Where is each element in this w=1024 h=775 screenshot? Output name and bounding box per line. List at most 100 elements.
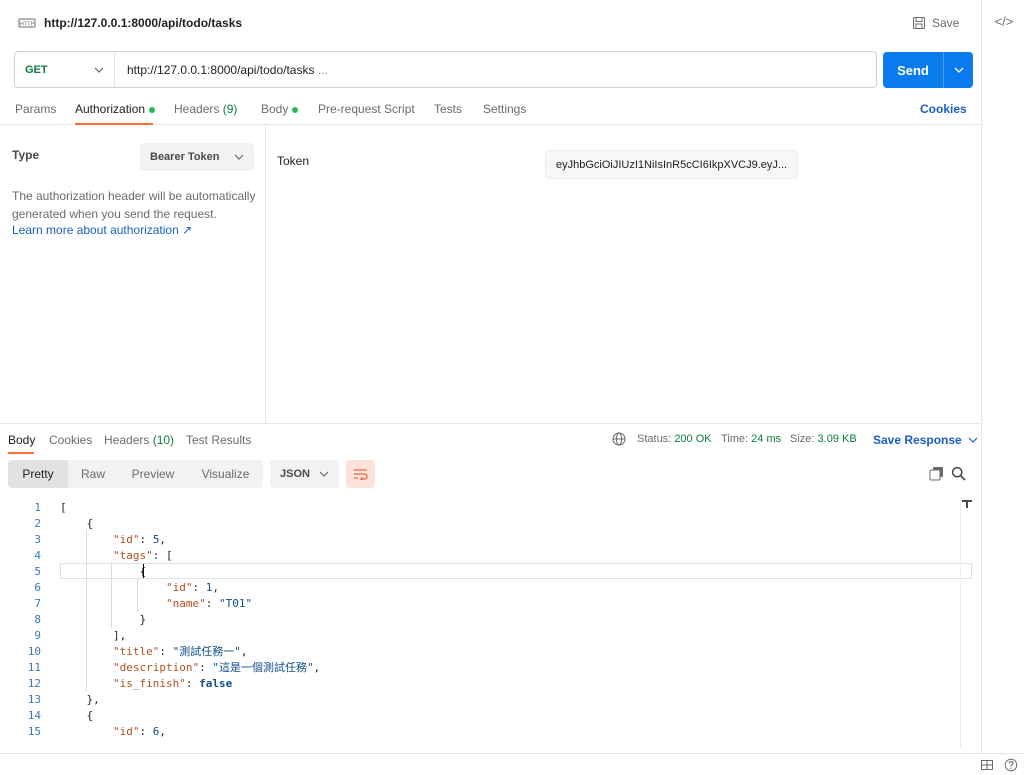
line-number: 5 [34, 565, 41, 578]
token-input[interactable]: eyJhbGciOiJIUzI1NiIsInR5cCI6IkpXVCJ9.eyJ… [545, 150, 798, 179]
time-meta[interactable]: Time: 24 ms [721, 433, 781, 445]
code-icon[interactable]: </> [994, 12, 1014, 32]
code-token: , [159, 725, 166, 738]
size-meta[interactable]: Size: 3.09 KB [790, 433, 857, 445]
code-text: "title": "測試任務一", [60, 644, 247, 660]
response-tab-headers-label: Headers [104, 433, 150, 447]
code-text: }, [60, 692, 99, 708]
code-token: { [60, 517, 94, 530]
save-button[interactable]: Save [912, 13, 959, 33]
status-value: 200 OK [674, 433, 712, 445]
send-button[interactable]: Send [883, 52, 973, 88]
chevron-down-icon [319, 471, 329, 477]
request-tabs: Params Authorization Headers (9) Body Pr… [0, 96, 981, 125]
line-number: 10 [27, 645, 41, 658]
code-text: ], [60, 628, 126, 644]
code-token: , [313, 661, 321, 674]
line-number: 12 [27, 677, 41, 690]
code-scrollbar[interactable] [960, 498, 961, 748]
response-tab-test-results[interactable]: Test Results [186, 433, 251, 447]
code-token: : [185, 677, 200, 690]
line-number: 4 [34, 549, 41, 562]
tab-settings[interactable]: Settings [483, 102, 526, 116]
code-text: [ [60, 500, 67, 516]
line-number: 8 [34, 613, 41, 626]
code-token: , [159, 533, 166, 546]
active-tab-underline [8, 452, 34, 454]
code-text: "id": 5, [60, 532, 166, 548]
method-select[interactable]: GET [15, 52, 115, 87]
response-code-view[interactable]: 1 [2 {3 "id": 5, 4 "tags": [5 {6 "id": 1, 7… [0, 498, 981, 750]
svg-text:HTTP: HTTP [20, 22, 35, 28]
headers-count: (9) [222, 102, 238, 116]
url-ellipsis: ... [317, 62, 328, 77]
format-raw-button[interactable]: Raw [68, 460, 118, 488]
code-token: , [212, 581, 219, 594]
send-label: Send [897, 62, 929, 78]
code-text: } [60, 612, 146, 628]
chevron-down-icon [234, 154, 244, 160]
code-token: "description" [112, 661, 200, 674]
code-text: "is_finish": false [60, 676, 232, 692]
wrap-lines-button[interactable] [346, 460, 375, 488]
response-headers-count: (10) [152, 433, 175, 447]
request-title[interactable]: http://127.0.0.1:8000/api/todo/tasks [44, 16, 242, 30]
line-number: 11 [27, 661, 41, 674]
tab-body[interactable]: Body [261, 102, 299, 116]
time-value: 24 ms [751, 433, 782, 445]
tab-body-label: Body [261, 102, 289, 116]
code-text: { [60, 564, 146, 580]
line-number: 2 [34, 517, 41, 530]
code-token: "測試任務一" [172, 645, 241, 658]
learn-more-link[interactable]: Learn more about authorization ↗ [12, 223, 192, 237]
current-line-highlight [60, 563, 972, 579]
tab-headers[interactable]: Headers (9) [174, 102, 237, 116]
save-response-button[interactable]: Save Response [873, 433, 978, 447]
auth-type-select[interactable]: Bearer Token [140, 143, 254, 171]
tab-authorization-label: Authorization [75, 102, 146, 116]
tab-params[interactable]: Params [15, 102, 56, 116]
code-token: [ [60, 501, 67, 514]
code-token: { [60, 565, 147, 578]
response-tab-cookies[interactable]: Cookies [49, 433, 92, 447]
code-text: "name": "T01" [60, 596, 252, 612]
code-text: { [60, 516, 93, 532]
code-token: "id" [165, 581, 193, 594]
format-toggle-group: Pretty Raw Preview Visualize [8, 460, 263, 488]
format-preview-button[interactable]: Preview [118, 460, 188, 488]
auth-type-label: Type [12, 148, 40, 162]
copy-icon[interactable] [929, 466, 944, 481]
tab-authorization[interactable]: Authorization [75, 102, 156, 116]
status-bar [0, 753, 1024, 775]
url-input[interactable]: http://127.0.0.1:8000/api/todo/tasks ... [115, 63, 876, 77]
globe-icon[interactable] [612, 432, 626, 446]
cookies-link[interactable]: Cookies [920, 102, 967, 116]
line-number: 1 [34, 501, 41, 514]
code-token: : [199, 661, 213, 674]
tab-prerequest-script[interactable]: Pre-request Script [318, 102, 415, 116]
code-token: } [60, 613, 147, 626]
language-value: JSON [280, 468, 310, 480]
help-icon[interactable] [1004, 758, 1018, 772]
auth-help-text: The authorization header will be automat… [12, 189, 256, 221]
search-icon[interactable] [951, 466, 966, 481]
response-tab-headers[interactable]: Headers (10) [104, 433, 174, 447]
format-visualize-button[interactable]: Visualize [188, 460, 263, 488]
tab-tests[interactable]: Tests [434, 102, 462, 116]
code-token: : [139, 533, 153, 546]
save-label: Save [932, 16, 960, 30]
code-token: : [ [152, 549, 173, 562]
code-token: : [139, 725, 153, 738]
code-token: false [199, 677, 233, 690]
token-label: Token [277, 154, 310, 168]
layout-icon[interactable] [980, 758, 994, 772]
language-select[interactable]: JSON [270, 460, 339, 488]
format-pretty-button[interactable]: Pretty [8, 460, 68, 488]
send-options-button[interactable] [943, 52, 973, 88]
status-meta[interactable]: Status: 200 OK [637, 433, 712, 445]
save-response-label: Save Response [873, 433, 962, 447]
response-tab-body[interactable]: Body [8, 433, 35, 447]
